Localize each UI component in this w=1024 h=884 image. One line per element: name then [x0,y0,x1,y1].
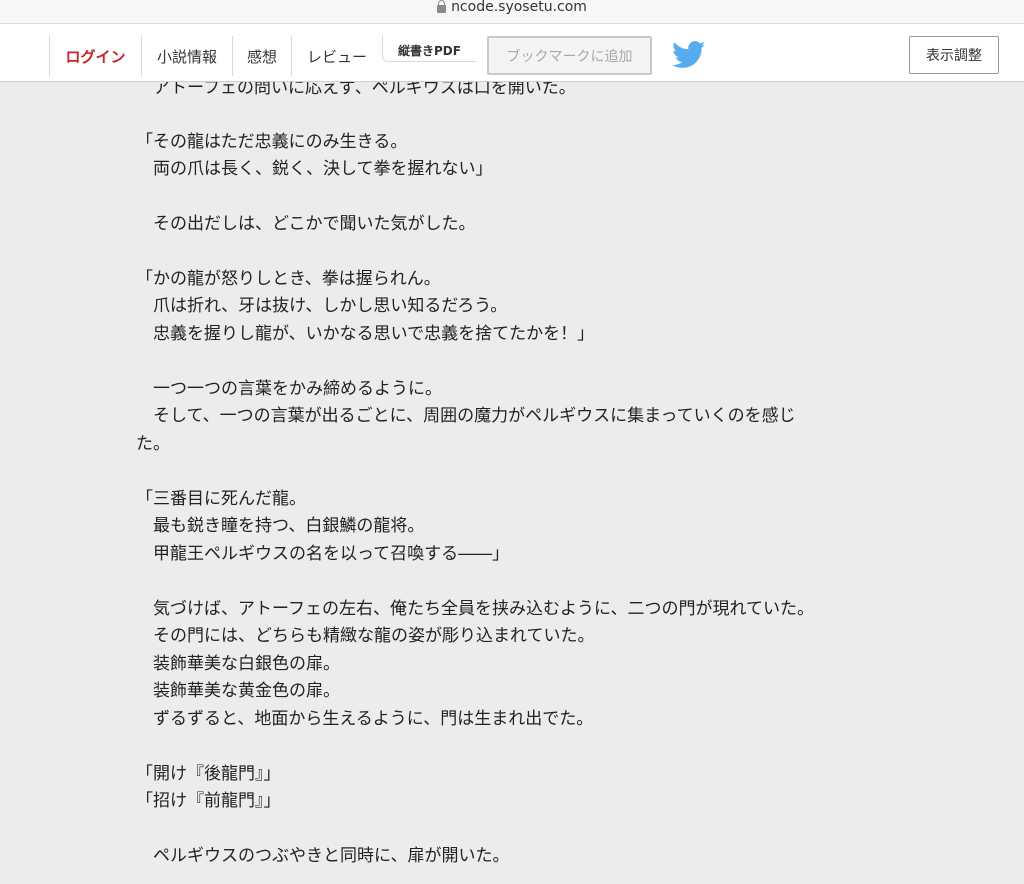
text-line: 一つ一つの言葉をかみ締めるように。 [136,379,442,399]
text-line: 「開け『後龍門』」 [136,764,281,784]
text-line: 装飾華美な白銀色の扉。 [136,654,340,674]
display-settings-button[interactable]: 表示調整 [909,36,999,74]
text-line: 忠義を握りし龍が、いかなる思いで忠義を捨てたかを！」 [136,324,595,344]
text-line: 装飾華美な黄金色の扉。 [136,681,340,701]
novel-nav-bar: ログイン 小説情報 感想 レビュー 縦書きPDF ブックマークに追加 表示調整 [0,24,1024,82]
text-line: ペルギウスのつぶやきと同時に、扉が開いた。 [136,846,510,866]
login-link[interactable]: ログイン [49,36,141,76]
text-line: 甲龍王ペルギウスの名を以って召喚する――」 [136,544,510,564]
text-line: 両の爪は長く、鋭く、決して拳を握れない」 [136,159,493,179]
text-line: 気づけば、アトーフェの左右、俺たち全員を挟み込むように、二つの門が現れていた。 [136,599,814,619]
novel-info-link[interactable]: 小説情報 [141,36,232,76]
lock-icon [437,0,447,13]
add-bookmark-button[interactable]: ブックマークに追加 [487,36,652,75]
vertical-pdf-link[interactable]: 縦書きPDF [382,36,476,62]
review-link[interactable]: レビュー [291,36,382,76]
text-line: その門には、どちらも精緻な龍の姿が彫り込まれていた。 [136,626,595,646]
twitter-icon[interactable] [672,41,706,69]
text-line: アトーフェの問いに応えず、ペルギウスは口を開いた。 [136,82,576,98]
url-text: ncode.syosetu.com [451,0,587,15]
text-line: そして、一つの言葉が出るごとに、周囲の魔力がペルギウスに集まっていくのを感じ [136,406,796,426]
text-line: 「招け『前龍門』」 [136,791,281,811]
novel-body: アトーフェの問いに応えず、ペルギウスは口を開いた。 「その龍はただ忠義にのみ生き… [136,82,896,884]
text-line: た。 [136,434,170,454]
text-line: 爪は折れ、牙は抜け、しかし思い知るだろう。 [136,296,508,316]
text-line: 最も鋭き瞳を持つ、白銀鱗の龍将。 [136,516,425,536]
text-line: 「かの龍が怒りしとき、拳は握られん。 [136,269,441,289]
text-line: 「三番目に死んだ龍。 [136,489,306,509]
browser-url-bar[interactable]: ncode.syosetu.com [0,0,1024,24]
text-line: その出だしは、どこかで聞いた気がした。 [136,214,476,234]
text-line: ずるずると、地面から生えるように、門は生まれ出でた。 [136,709,594,729]
text-line: 「その龍はただ忠義にのみ生きる。 [136,132,408,152]
impressions-link[interactable]: 感想 [232,36,291,76]
